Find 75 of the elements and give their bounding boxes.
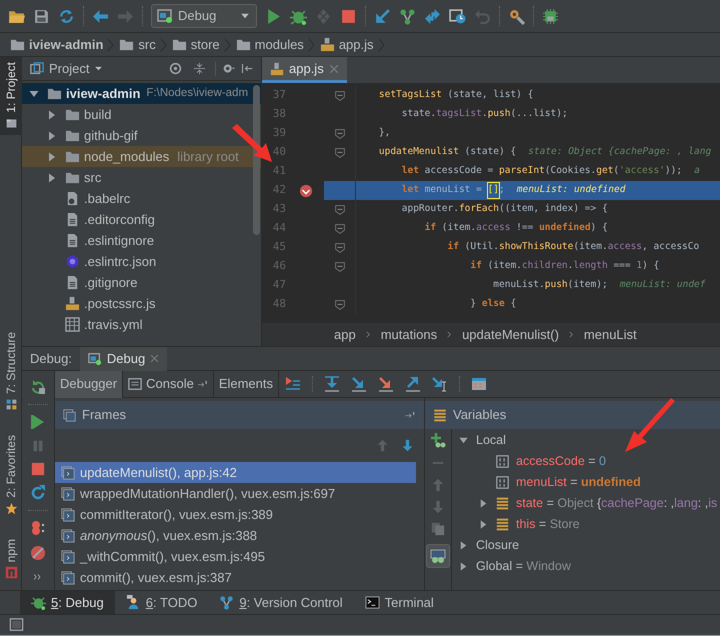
tool-window-tab[interactable]: 2: Favorites [0,430,22,520]
tree-item[interactable]: .editorconfig [22,209,261,230]
code-line: state.tagsList.push(...list); [400,107,569,122]
tree-item[interactable]: .postcssrc.js [22,293,261,314]
tool-window-tab[interactable]: Terminal [354,591,445,614]
code-line: if (Util.showThisRoute(item.access, accessCo [446,240,700,254]
pane-title: Frames [82,406,126,424]
tree-item[interactable]: node_modules library root [22,146,261,167]
code-line: if (item.children.length === 1) { [469,259,660,274]
line-number: 46 [272,259,286,272]
line-number: 47 [272,278,286,292]
tree-item[interactable]: iview-admin F:\Nodes\iview-adm [22,83,261,104]
stack-frame[interactable]: commitIterator(), vuex.esm.js:389 [55,504,416,525]
scope-label[interactable]: Local [476,431,506,450]
tree-item[interactable]: src [22,167,261,188]
line-number: 44 [272,221,286,234]
code-line: } else { [469,297,518,312]
tree-item[interactable]: .eslintrc.json [22,251,261,272]
tool-window-tab[interactable]: 6: TODO [114,591,208,614]
line-number: 39 [272,126,286,140]
tool-window-tab[interactable]: 5: Debug [20,591,115,614]
tool-window-tab[interactable]: 7: Structure [0,326,22,416]
panel-title: Debug: [30,350,72,368]
variable-entry[interactable]: accessCode = 0 [516,452,606,471]
breadcrumb-item[interactable]: store [190,34,220,54]
tree-item[interactable]: build [22,104,261,125]
code-line: }, [378,126,392,140]
tree-item[interactable]: .travis.yml [22,314,261,335]
tree-item[interactable]: .eslintignore [22,230,261,251]
code-line: let accessCode = parseInt(Cookies.get('access')); a [400,164,701,178]
line-number: 38 [272,107,286,120]
variable-entry[interactable]: state = Object {cachePage: ,lang: ,is [516,494,718,513]
variable-entry[interactable]: menuList = undefined [516,473,641,492]
panel-title[interactable]: Project [49,58,90,78]
stack-frame[interactable]: wrappedMutationHandler(), vuex.esm.js:697 [55,483,416,504]
line-number: 37 [272,88,286,102]
breadcrumb-item[interactable]: updateMenulist() [462,324,559,344]
tree-item[interactable]: .babelrc [22,188,261,209]
stack-frame[interactable]: updateMenulist(), app.js:42 [55,462,416,483]
debugger-tab[interactable]: Debugger [55,370,124,398]
code-line: if (item.access !== undefined) { [424,221,609,236]
scope-label[interactable]: Closure [476,536,520,555]
pane-title: Variables [453,406,506,424]
tree-item[interactable]: github-gif [22,125,261,146]
code-line: appRouter.forEach((item, index) => { [400,202,609,216]
line-number: 43 [272,202,286,216]
tool-window-tab[interactable]: npm [0,534,22,584]
stack-frame[interactable]: anonymous(), vuex.esm.js:388 [55,525,416,546]
variable-entry[interactable]: this = Store [516,515,580,534]
code-line: menuList.push(item); menuList: undef [492,278,706,292]
line-number: 42 [272,183,286,196]
line-number: 48 [272,297,286,310]
stack-frame[interactable]: commit(), vuex.esm.js:387 [55,567,416,588]
tool-window-tab[interactable]: 9: Version Control [208,591,354,614]
breadcrumb-item[interactable]: mutations [380,324,438,344]
session-tab[interactable]: Debug [80,346,168,370]
run-config-dropdown[interactable]: Debug [151,4,257,28]
debugger-tab[interactable]: Console [123,370,214,398]
breadcrumb-item[interactable]: iview-admin [29,34,104,54]
breadcrumb-item[interactable]: app.js [338,34,374,54]
stack-frame[interactable]: _withCommit(), vuex.esm.js:495 [55,546,416,567]
breadcrumb-item[interactable]: src [138,34,156,54]
debugger-tab[interactable]: Elements [214,370,280,398]
scope-label[interactable]: Global = Window [476,557,571,576]
breadcrumb-item[interactable]: menuList [584,324,637,344]
tree-item[interactable]: .gitignore [22,272,261,293]
breadcrumb-item[interactable]: modules [254,34,304,54]
code-line: setTagsList (state, list) { [378,88,534,102]
tool-window-tab[interactable]: 1: Project [0,57,22,135]
line-number: 41 [272,164,286,178]
line-number: 45 [272,240,286,254]
breadcrumb-item[interactable]: app [334,324,356,344]
code-line: updateMenulist (state) { state: Object {cachePage: , lang [378,145,712,160]
editor-tab[interactable]: app.js [262,57,347,83]
line-number: 40 [272,145,286,158]
